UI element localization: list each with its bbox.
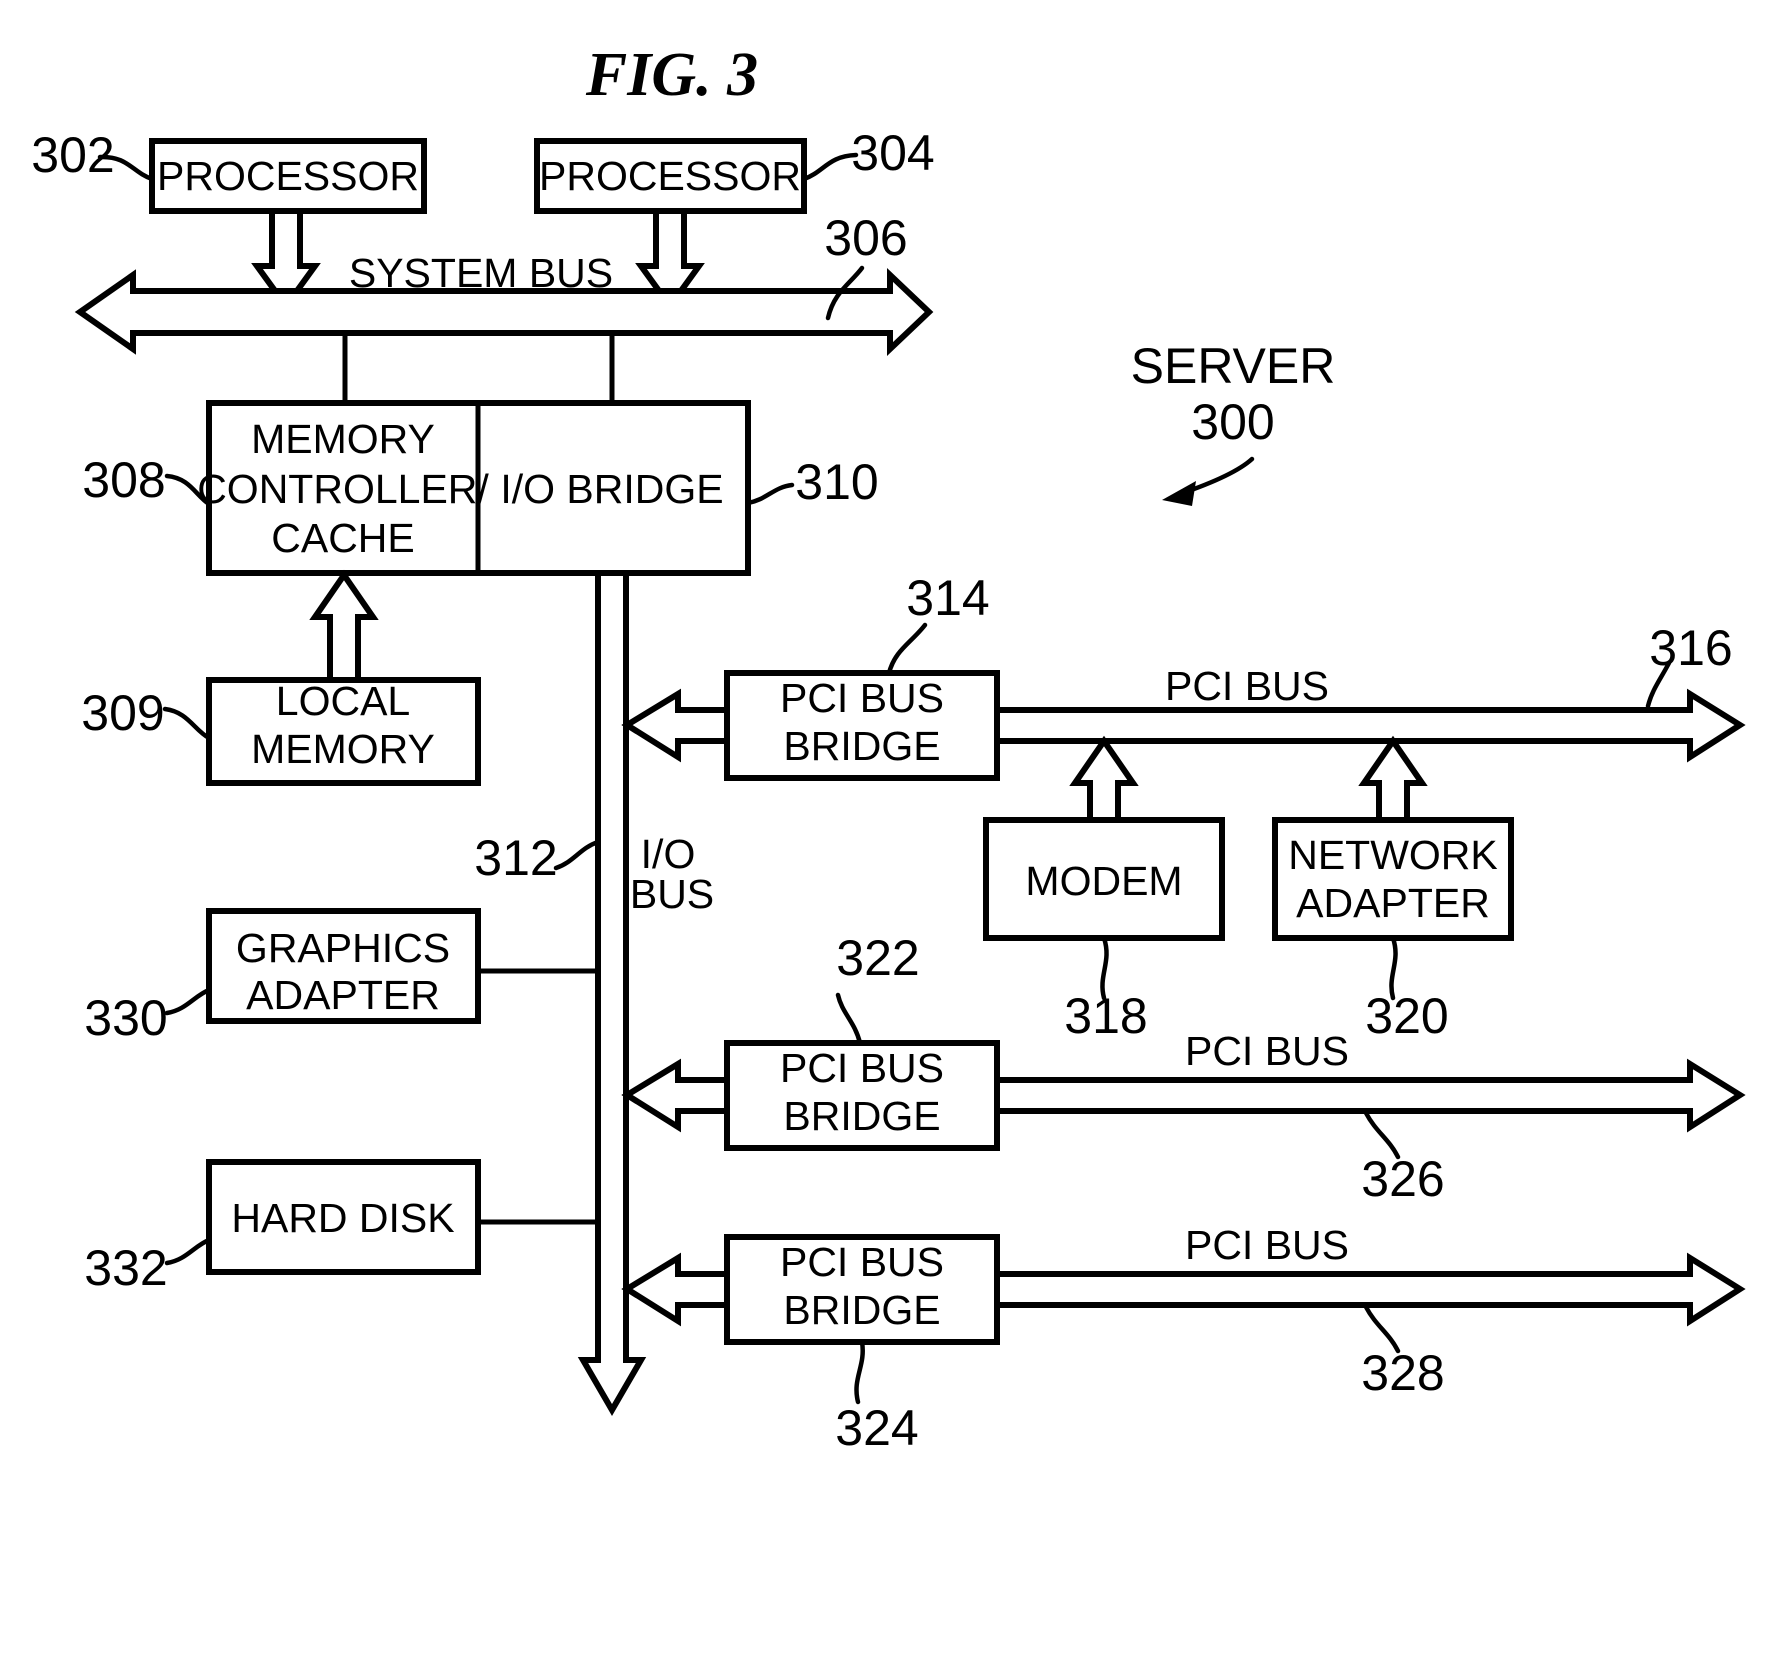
ref-314: 314: [906, 570, 989, 626]
io-bridge-leader: [745, 482, 795, 506]
pci-bus-bridge-3-leader: [854, 1339, 865, 1405]
ref-330: 330: [84, 990, 167, 1046]
ref-312: 312: [474, 830, 557, 886]
network-adapter-label-line1: NETWORK: [1288, 832, 1498, 878]
hard-disk-label: HARD DISK: [231, 1195, 454, 1241]
ref-306: 306: [824, 210, 907, 266]
ref-310: 310: [795, 454, 878, 510]
network-adapter-label-line2: ADAPTER: [1296, 880, 1490, 926]
io-bus-label-line2: BUS: [630, 871, 714, 917]
server-label: SERVER: [1131, 338, 1336, 394]
network-adapter-to-pci-bus-arrow: [1358, 735, 1428, 823]
modem-label: MODEM: [1025, 858, 1182, 904]
graphics-adapter-label-line1: GRAPHICS: [236, 925, 450, 971]
memory-controller-label-line1: MEMORY: [251, 416, 435, 462]
pci-bridge-2-to-io-bus-arrow: [621, 1058, 730, 1133]
figure-canvas: FIG. 3 PROCESSOR 302 PROCESSOR 304 SYSTE…: [0, 0, 1783, 1662]
ref-318: 318: [1064, 988, 1147, 1044]
pci-bridge-1-to-io-bus-arrow: [621, 688, 730, 763]
ref-332: 332: [84, 1240, 167, 1296]
local-memory-label-line1: LOCAL: [276, 678, 410, 724]
ref-308: 308: [82, 452, 165, 508]
hard-disk-leader: [164, 1237, 212, 1266]
pci-bus-bridge-2-leader: [835, 992, 863, 1046]
local-memory-leader: [162, 706, 212, 741]
figure-title: FIG. 3: [585, 41, 758, 109]
processor-1-label: PROCESSOR: [157, 153, 419, 199]
ref-316: 316: [1649, 620, 1732, 676]
server-ref-300: 300: [1191, 394, 1274, 450]
pci-bridge-3-to-io-bus-arrow: [621, 1252, 730, 1327]
io-bridge-label: I/O BRIDGE: [500, 466, 723, 512]
memory-controller-label-line2: CONTROLLER/: [197, 466, 489, 512]
pci-bus-bridge-3-label-line2: BRIDGE: [783, 1287, 940, 1333]
local-memory-label-line2: MEMORY: [251, 726, 435, 772]
ref-304: 304: [851, 125, 934, 181]
ref-302: 302: [31, 127, 114, 183]
memory-controller-label-line3: CACHE: [271, 515, 415, 561]
modem-to-pci-bus-arrow: [1069, 735, 1139, 823]
ref-328: 328: [1361, 1345, 1444, 1401]
pci-bus-bridge-1-label-line1: PCI BUS: [780, 675, 944, 721]
pci-bus-bridge-1-leader: [886, 622, 928, 676]
pci-bus-bridge-2-label-line2: BRIDGE: [783, 1093, 940, 1139]
ref-322: 322: [836, 930, 919, 986]
ref-326: 326: [1361, 1151, 1444, 1207]
ref-309: 309: [81, 685, 164, 741]
ref-324: 324: [835, 1400, 918, 1456]
local-memory-to-controller-arrow: [309, 569, 379, 683]
graphics-adapter-label-line2: ADAPTER: [246, 972, 440, 1018]
system-bus-label: SYSTEM BUS: [349, 250, 613, 296]
ref-320: 320: [1365, 988, 1448, 1044]
server-pointer-arrowhead: [1162, 481, 1196, 506]
figure-svg: FIG. 3 PROCESSOR 302 PROCESSOR 304 SYSTE…: [31, 41, 1746, 1456]
graphics-adapter-leader: [164, 987, 212, 1016]
pci-bus-bridge-1-label-line2: BRIDGE: [783, 723, 940, 769]
processor-2-leader: [801, 152, 859, 182]
io-bus-leader: [553, 839, 601, 871]
pci-bus-3-label: PCI BUS: [1185, 1222, 1349, 1268]
pci-bus-1-label: PCI BUS: [1165, 663, 1329, 709]
pci-bus-bridge-2-label-line1: PCI BUS: [780, 1045, 944, 1091]
processor-2-label: PROCESSOR: [539, 153, 801, 199]
pci-bus-bridge-3-label-line1: PCI BUS: [780, 1239, 944, 1285]
pci-bus-2-label: PCI BUS: [1185, 1028, 1349, 1074]
